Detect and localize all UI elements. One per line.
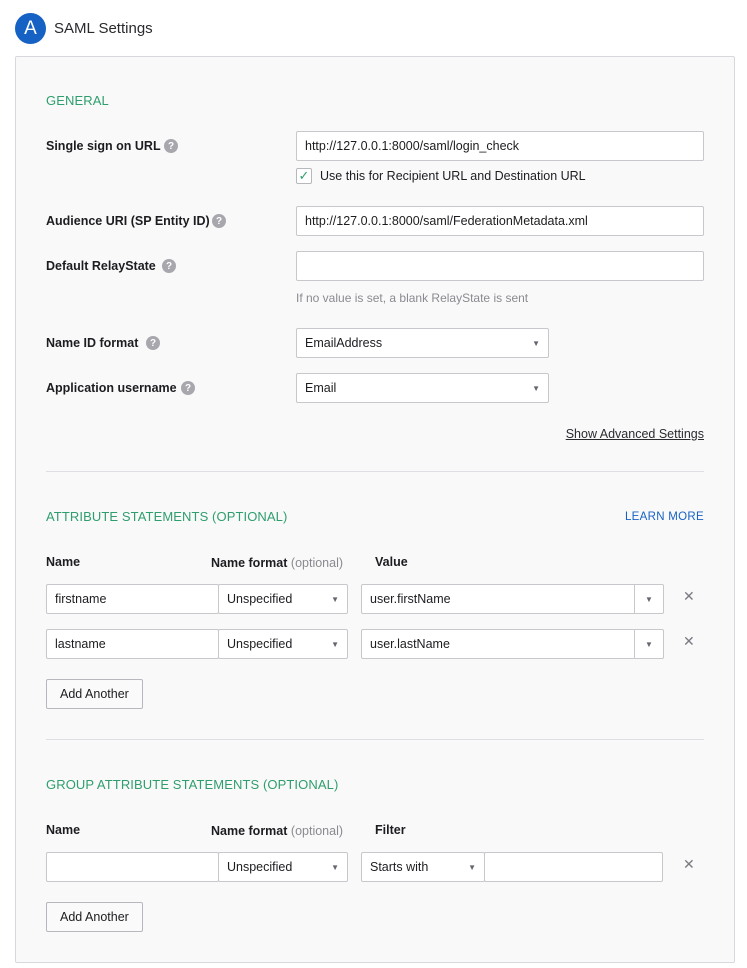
recipient-checkbox[interactable]: ✓ — [296, 168, 312, 184]
sso-url-label: Single sign on URL — [46, 139, 161, 153]
group-col-format: Name format (optional) — [211, 824, 343, 838]
group-filter-type-value: Starts with — [370, 860, 429, 874]
show-advanced-settings-link[interactable]: Show Advanced Settings — [566, 427, 704, 441]
attr-value-combo[interactable]: user.firstName ▼ — [361, 584, 664, 614]
help-icon[interactable]: ? — [164, 139, 178, 153]
help-icon[interactable]: ? — [212, 214, 226, 228]
attr-format-value: Unspecified — [227, 592, 293, 606]
section-divider — [46, 471, 704, 472]
caret-down-icon: ▼ — [468, 862, 476, 872]
relay-state-label: Default RelayState — [46, 259, 156, 273]
help-icon[interactable]: ? — [181, 381, 195, 395]
relay-state-hint: If no value is set, a blank RelayState i… — [296, 291, 529, 305]
group-attribute-statements-title: GROUP ATTRIBUTE STATEMENTS (OPTIONAL) — [46, 777, 339, 792]
group-filter-value-input[interactable] — [484, 852, 663, 882]
attr-col-format: Name format (optional) — [211, 556, 343, 570]
name-id-format-select[interactable]: EmailAddress ▼ — [296, 328, 549, 358]
step-badge: A — [15, 13, 46, 44]
attr-col-name: Name — [46, 555, 81, 569]
audience-uri-input[interactable]: http://127.0.0.1:8000/saml/FederationMet… — [296, 206, 704, 236]
app-username-label: Application username — [46, 381, 177, 395]
attribute-statements-title: ATTRIBUTE STATEMENTS (OPTIONAL) — [46, 509, 288, 524]
attr-value-text[interactable]: user.lastName — [362, 630, 634, 658]
attr-format-select[interactable]: Unspecified ▼ — [218, 584, 348, 614]
app-username-select[interactable]: Email ▼ — [296, 373, 549, 403]
caret-down-icon: ▼ — [331, 639, 339, 649]
group-filter-type-select[interactable]: Starts with ▼ — [361, 852, 485, 882]
caret-down-icon: ▼ — [331, 862, 339, 872]
general-section-title: GENERAL — [46, 93, 109, 108]
attr-name-input[interactable]: lastname — [46, 629, 219, 659]
attr-col-format-label: Name format — [211, 556, 288, 570]
sso-url-input[interactable]: http://127.0.0.1:8000/saml/login_check — [296, 131, 704, 161]
group-format-select[interactable]: Unspecified ▼ — [218, 852, 348, 882]
relay-state-input[interactable] — [296, 251, 704, 281]
caret-down-icon: ▼ — [645, 639, 653, 649]
attr-value-dropdown-button[interactable]: ▼ — [634, 630, 663, 658]
page-title: SAML Settings — [54, 20, 153, 37]
close-icon[interactable]: ✕ — [683, 856, 695, 873]
caret-down-icon: ▼ — [331, 594, 339, 604]
group-format-value: Unspecified — [227, 860, 293, 874]
caret-down-icon: ▼ — [645, 594, 653, 604]
add-attribute-button[interactable]: Add Another — [46, 679, 143, 709]
section-divider — [46, 739, 704, 740]
close-icon[interactable]: ✕ — [683, 633, 695, 650]
attr-value-text[interactable]: user.firstName — [362, 585, 634, 613]
group-col-format-optional: (optional) — [290, 824, 344, 838]
attr-format-select[interactable]: Unspecified ▼ — [218, 629, 348, 659]
name-id-format-value: EmailAddress — [305, 336, 383, 350]
close-icon[interactable]: ✕ — [683, 588, 695, 605]
attr-value-dropdown-button[interactable]: ▼ — [634, 585, 663, 613]
add-group-attribute-button[interactable]: Add Another — [46, 902, 143, 932]
caret-down-icon: ▼ — [532, 383, 540, 393]
caret-down-icon: ▼ — [532, 338, 540, 348]
audience-uri-label: Audience URI (SP Entity ID) — [46, 214, 210, 228]
name-id-format-label: Name ID format — [46, 336, 139, 350]
attr-value-combo[interactable]: user.lastName ▼ — [361, 629, 664, 659]
attr-format-value: Unspecified — [227, 637, 293, 651]
attr-name-input[interactable]: firstname — [46, 584, 219, 614]
group-col-format-label: Name format — [211, 824, 288, 838]
app-username-value: Email — [305, 381, 337, 395]
help-icon[interactable]: ? — [162, 259, 176, 273]
group-col-filter: Filter — [375, 823, 406, 837]
attr-col-format-optional: (optional) — [290, 556, 344, 570]
group-name-input[interactable] — [46, 852, 219, 882]
attr-col-value: Value — [375, 555, 408, 569]
help-icon[interactable]: ? — [146, 336, 160, 350]
recipient-checkbox-label[interactable]: Use this for Recipient URL and Destinati… — [320, 169, 586, 183]
learn-more-link[interactable]: LEARN MORE — [625, 511, 704, 523]
group-col-name: Name — [46, 823, 81, 837]
checkmark-icon: ✓ — [298, 168, 310, 183]
